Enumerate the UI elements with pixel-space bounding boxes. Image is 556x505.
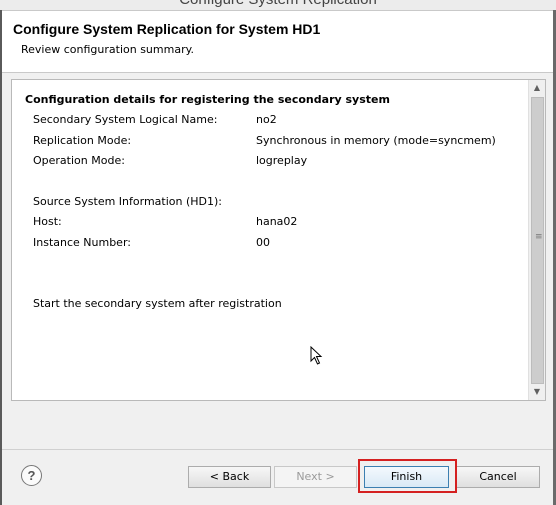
footer-separator	[2, 449, 553, 450]
page-title: Configure System Replication for System …	[13, 21, 321, 37]
start-secondary-note: Start the secondary system after registr…	[33, 297, 282, 310]
source-system-heading: Source System Information (HD1):	[33, 195, 222, 208]
summary-heading: Configuration details for registering th…	[25, 93, 390, 106]
replication-mode-label: Replication Mode:	[33, 134, 132, 147]
window-title: Configure System Replication	[0, 0, 556, 8]
host-value: hana02	[256, 215, 298, 228]
scroll-down-arrow-icon[interactable]: ▼	[529, 384, 545, 400]
cancel-button[interactable]: Cancel	[456, 466, 540, 488]
host-label: Host:	[33, 215, 62, 228]
operation-mode-label: Operation Mode:	[33, 154, 125, 167]
grip-lines-icon: ≡	[535, 232, 543, 242]
logical-name-label: Secondary System Logical Name:	[33, 113, 218, 126]
page-description: Review configuration summary.	[21, 43, 195, 56]
window-titlebar: Configure System Replication	[0, 0, 556, 11]
next-button[interactable]: Next >	[274, 466, 357, 488]
operation-mode-value: logreplay	[256, 154, 308, 167]
scroll-thumb[interactable]: ≡	[531, 97, 544, 384]
dialog-header: Configure System Replication for System …	[2, 11, 553, 73]
help-question-icon[interactable]: ?	[21, 465, 42, 486]
finish-highlight-box	[358, 459, 457, 493]
mouse-pointer-icon	[310, 346, 323, 365]
replication-mode-value: Synchronous in memory (mode=syncmem)	[256, 134, 496, 147]
instance-number-label: Instance Number:	[33, 236, 131, 249]
vertical-scrollbar[interactable]: ▲ ≡ ▼	[528, 80, 545, 400]
window-border-left	[0, 10, 2, 505]
logical-name-value: no2	[256, 113, 277, 126]
summary-panel: Configuration details for registering th…	[11, 79, 546, 401]
instance-number-value: 00	[256, 236, 270, 249]
scroll-up-arrow-icon[interactable]: ▲	[529, 80, 545, 96]
back-button[interactable]: < Back	[188, 466, 271, 488]
